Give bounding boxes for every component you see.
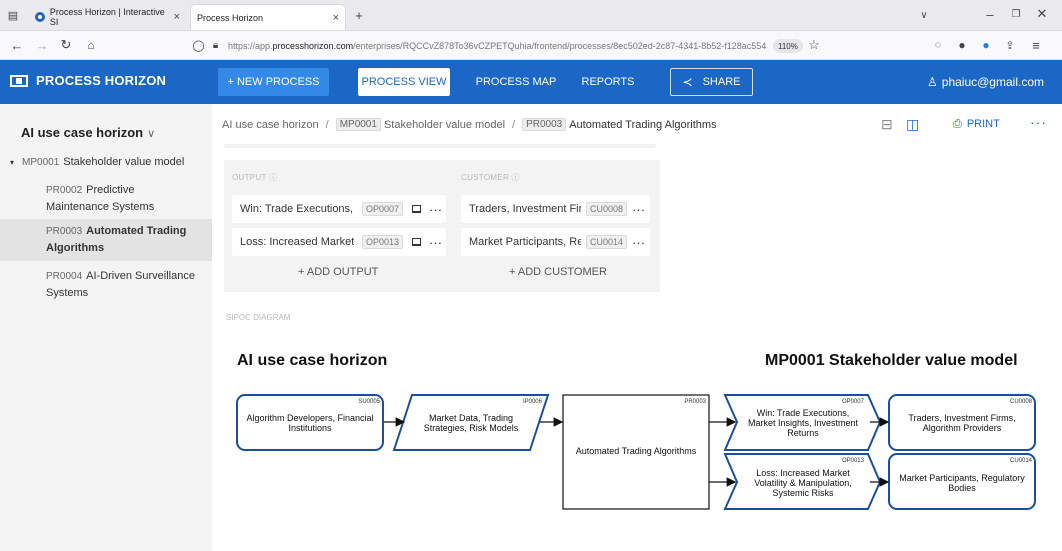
output1-label-line: Returns bbox=[787, 428, 819, 438]
sipoc-diagram: SU0005 Algorithm Developers, FinancialIns… bbox=[236, 394, 1036, 510]
customer1-label-line: Algorithm Providers bbox=[923, 423, 1002, 433]
input-label-line: Market Data, Trading bbox=[429, 413, 513, 423]
customer2-label-line: Market Participants, Regulatory bbox=[899, 473, 1025, 483]
customer2-label-line: Bodies bbox=[948, 483, 976, 493]
input-code: IP0006 bbox=[523, 399, 543, 405]
output1-label-line: Win: Trade Executions, bbox=[757, 408, 850, 418]
output2-label-line: Volatility & Manipulation, bbox=[754, 478, 852, 488]
supplier-label-line: Institutions bbox=[288, 423, 332, 433]
output2-code: OP0013 bbox=[842, 458, 865, 464]
output2-label-line: Loss: Increased Market bbox=[756, 468, 850, 478]
customer1-code: CU0008 bbox=[1010, 399, 1033, 405]
process-label-line: Automated Trading Algorithms bbox=[576, 446, 697, 456]
supplier-label-line: Algorithm Developers, Financial bbox=[246, 413, 373, 423]
process-code: PR0003 bbox=[684, 399, 706, 405]
input-label-line: Strategies, Risk Models bbox=[424, 423, 519, 433]
output1-code: OP0007 bbox=[842, 399, 865, 405]
supplier-code: SU0005 bbox=[358, 399, 380, 405]
customer1-label-line: Traders, Investment Firms, bbox=[908, 413, 1015, 423]
customer2-code: CU0014 bbox=[1010, 458, 1033, 464]
output1-label-line: Market Insights, Investment bbox=[748, 418, 859, 428]
output2-label-line: Systemic Risks bbox=[772, 488, 834, 498]
